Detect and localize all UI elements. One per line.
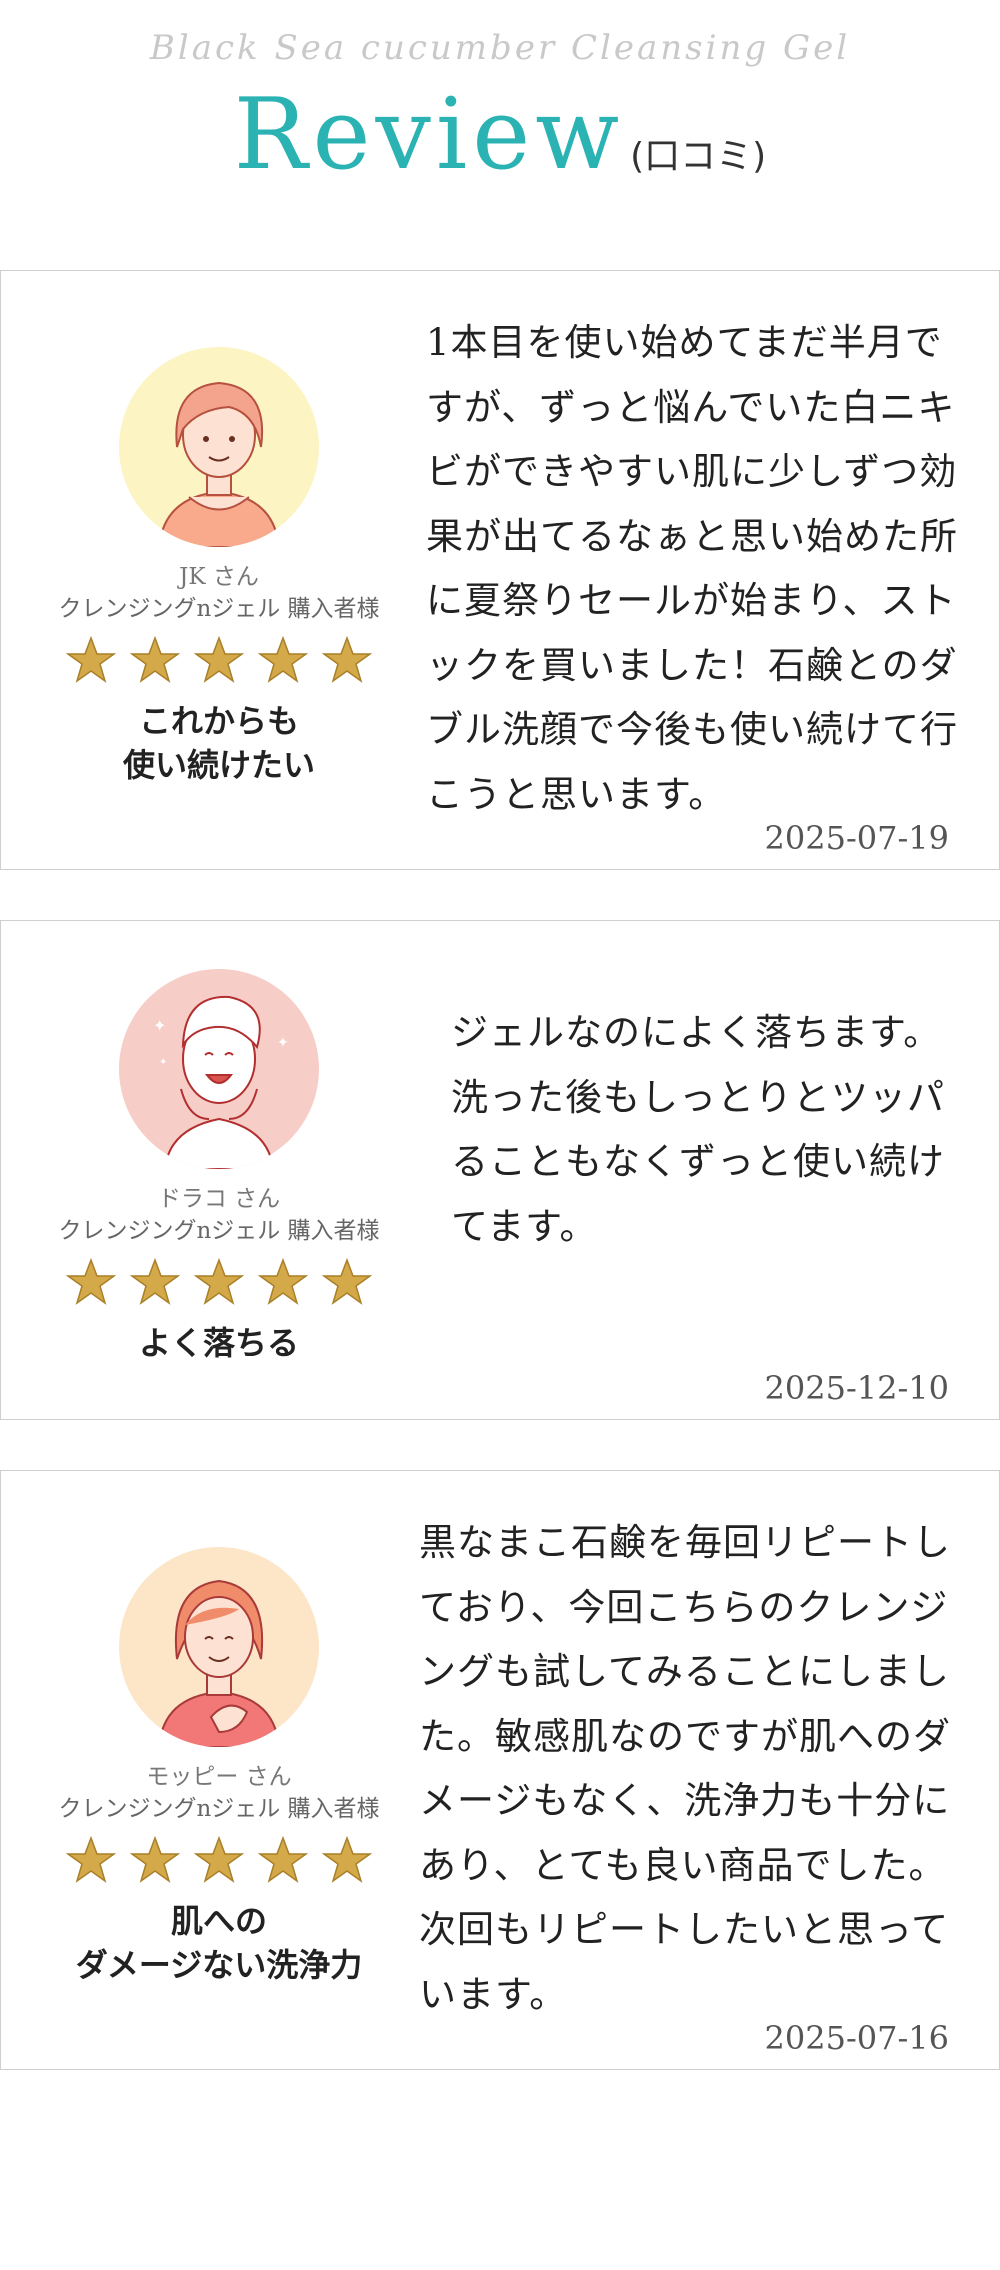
star-icon (130, 1835, 180, 1883)
star-icon (66, 1257, 116, 1305)
star-icon (194, 1835, 244, 1883)
review-date: 2025-12-10 (764, 1369, 950, 1407)
woman-short-hair-avatar-icon (119, 347, 319, 547)
reviewer-info: JK さん クレンジングnジェル 購入者様 これからも 使い続けたい (1, 347, 437, 787)
woman-towel-avatar-icon: ✦ ✦ ✦ (119, 969, 319, 1169)
review-headline: これからも 使い続けたい (1, 699, 437, 787)
headline-line: 肌への (170, 1902, 267, 1940)
product-subtitle: Black Sea cucumber Cleansing Gel (149, 28, 851, 68)
reviewer-info: ✦ ✦ ✦ ドラコ さん クレンジングnジェル 購入者様 よく落ちる (1, 969, 437, 1365)
review-body: ジェルなのによく落ちます。洗った後もしっとりとツッパることもなくずっと使い続けて… (451, 1011, 945, 1248)
review-body: 黒なまこ石鹸を毎回リピートしており、今回こちらのクレンジングも試してみることにし… (419, 1521, 951, 2016)
title-row: Review (口コミ) (0, 78, 1000, 192)
star-icon (322, 1835, 372, 1883)
review-headline: よく落ちる (1, 1321, 437, 1365)
review-headline: 肌への ダメージない洗浄力 (1, 1899, 437, 1987)
star-icon (194, 1257, 244, 1305)
headline-line: 使い続けたい (122, 746, 315, 784)
headline-line: よく落ちる (138, 1324, 299, 1362)
svg-text:✦: ✦ (153, 1016, 166, 1035)
review-card: JK さん クレンジングnジェル 購入者様 これからも 使い続けたい 1本目を使… (0, 270, 1000, 870)
purchased-product: クレンジングnジェル 購入者様 (58, 1796, 380, 1822)
star-rating (1, 1835, 437, 1891)
review-body: 1本目を使い始めてまだ半月ですが、ずっと悩んでいた白ニキビができやすい肌に少しず… (426, 321, 958, 816)
review-date: 2025-07-19 (764, 819, 950, 857)
star-icon (322, 635, 372, 683)
review-card: モッピー さん クレンジングnジェル 購入者様 肌への ダメージない洗浄力 黒な… (0, 1470, 1000, 2070)
reviewer-name: ドラコ さん (157, 1186, 281, 1212)
star-icon (130, 635, 180, 683)
star-icon (130, 1257, 180, 1305)
star-icon (66, 635, 116, 683)
star-icon (258, 1835, 308, 1883)
reviewer-name: モッピー さん (146, 1764, 292, 1790)
page-header: Black Sea cucumber Cleansing Gel Review(… (0, 0, 1000, 200)
reviewer-name: JK さん (179, 564, 259, 590)
woman-hand-on-chest-avatar-icon (119, 1547, 319, 1747)
star-rating (1, 635, 437, 691)
svg-text:✦: ✦ (277, 1035, 289, 1051)
star-icon (258, 1257, 308, 1305)
svg-text:✦: ✦ (159, 1057, 167, 1068)
reviewer-info: モッピー さん クレンジングnジェル 購入者様 肌への ダメージない洗浄力 (1, 1547, 437, 1987)
purchased-product: クレンジングnジェル 購入者様 (58, 596, 380, 622)
star-icon (322, 1257, 372, 1305)
review-card: ✦ ✦ ✦ ドラコ さん クレンジングnジェル 購入者様 よく落ちる ジェルなの… (0, 920, 1000, 1420)
star-icon (258, 635, 308, 683)
star-rating (1, 1257, 437, 1313)
headline-line: ダメージない洗浄力 (75, 1946, 363, 1984)
page-title: Review (233, 78, 625, 192)
purchased-product: クレンジングnジェル 購入者様 (58, 1218, 380, 1244)
star-icon (66, 1835, 116, 1883)
page-title-sub: (口コミ) (630, 136, 767, 177)
headline-line: これからも (138, 702, 299, 740)
review-date: 2025-07-16 (764, 2019, 950, 2057)
star-icon (194, 635, 244, 683)
